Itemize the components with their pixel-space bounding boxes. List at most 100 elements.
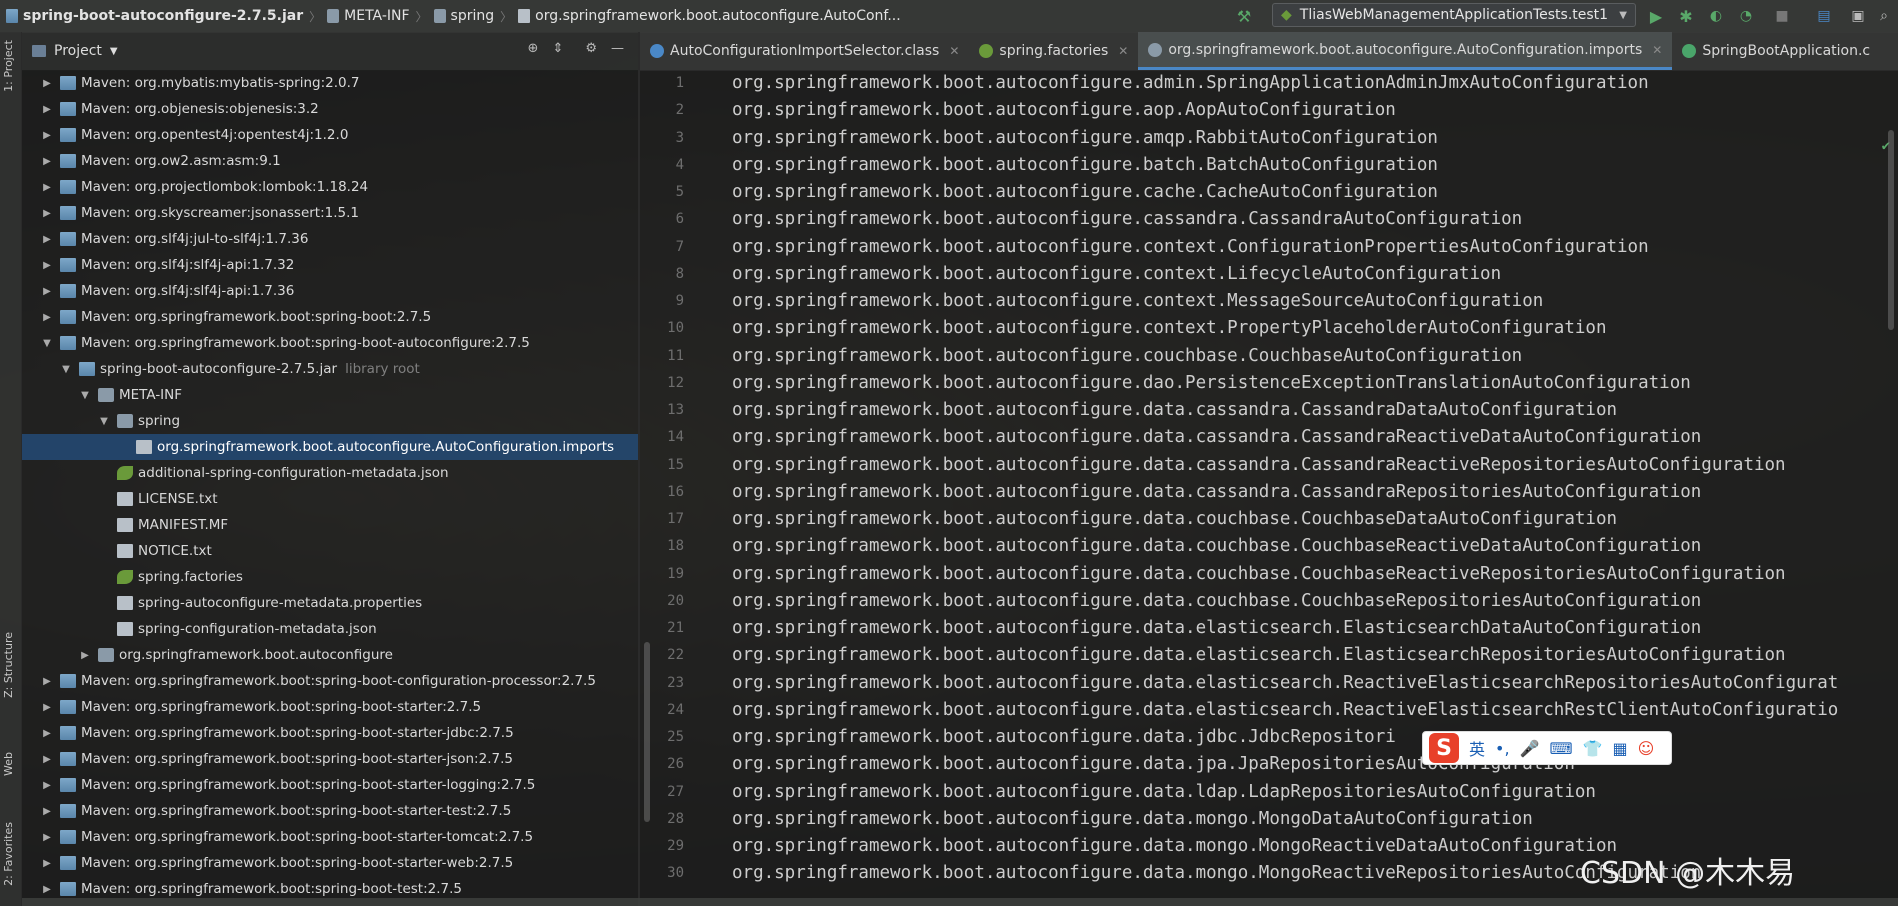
expand-right-icon[interactable]: ▶ [40,182,54,193]
project-structure-icon[interactable]: ▤ [1814,6,1834,26]
expand-right-icon[interactable]: ▶ [40,130,54,141]
code-line[interactable]: org.springframework.boot.autoconfigure.d… [732,615,1882,642]
keyboard-icon[interactable]: ⌨ [1549,739,1572,758]
tree-item[interactable]: ▶ Maven: org.springframework.boot:spring-… [22,798,638,824]
tree-item[interactable]: ▶ Maven: org.springframework.boot:spring-… [22,668,638,694]
code-line[interactable]: org.springframework.boot.autoconfigure.a… [732,97,1882,124]
ime-punctuation-toggle[interactable]: •, [1495,739,1510,758]
expand-right-icon[interactable]: ▶ [40,676,54,687]
expand-right-icon[interactable]: ▶ [40,260,54,271]
tree-item[interactable]: ▶ Maven: org.slf4j:slf4j-api:1.7.36 [22,278,638,304]
tree-item[interactable]: ▶ Maven: org.springframework.boot:spring-… [22,772,638,798]
coverage-icon[interactable]: ◐ [1706,6,1726,26]
tree-item[interactable]: additional-spring-configuration-metadata… [22,460,638,486]
tree-item[interactable]: ▶ Maven: org.springframework.boot:spring-… [22,694,638,720]
code-line[interactable]: org.springframework.boot.autoconfigure.d… [732,642,1882,669]
web-tool-button[interactable]: Web [2,752,15,776]
expand-right-icon[interactable]: ▶ [40,286,54,297]
editor-tab-active[interactable]: org.springframework.boot.autoconfigure.A… [1138,32,1673,70]
code-line[interactable]: org.springframework.boot.autoconfigure.d… [732,779,1882,806]
debug-icon[interactable]: ✱ [1676,6,1696,26]
gear-icon[interactable]: ⚙ [585,41,597,56]
expand-right-icon[interactable]: ▶ [40,234,54,245]
code-line[interactable]: org.springframework.boot.autoconfigure.d… [732,370,1882,397]
tree-item[interactable]: ▶ Maven: org.springframework.boot:spring-… [22,304,638,330]
tree-item[interactable]: ▶ Maven: org.slf4j:jul-to-slf4j:1.7.36 [22,226,638,252]
mascot-icon[interactable]: ☺ [1638,739,1655,758]
collapse-all-icon[interactable]: ⇕ [552,41,563,56]
code-line[interactable]: org.springframework.boot.autoconfigure.d… [732,397,1882,424]
expand-right-icon[interactable]: ▶ [40,806,54,817]
search-icon[interactable]: ⌕ [1874,6,1894,26]
tree-item[interactable]: ▶ Maven: org.slf4j:slf4j-api:1.7.32 [22,252,638,278]
tree-item-selected[interactable]: org.springframework.boot.autoconfigure.A… [22,434,638,460]
expand-right-icon[interactable]: ▶ [40,208,54,219]
run-icon[interactable]: ▶ [1646,6,1666,26]
code-line[interactable]: org.springframework.boot.autoconfigure.c… [732,234,1882,261]
code-line[interactable]: org.springframework.boot.autoconfigure.d… [732,424,1882,451]
structure-tool-button[interactable]: Z: Structure [2,632,15,698]
tree-item[interactable]: ▼ spring-boot-autoconfigure-2.7.5.jar libr… [22,356,638,382]
favorites-tool-button[interactable]: 2: Favorites [2,822,15,886]
tree-item[interactable]: ▶ Maven: org.springframework.boot:spring-… [22,746,638,772]
expand-right-icon[interactable]: ▶ [40,780,54,791]
project-tool-button[interactable]: 1: Project [2,40,15,92]
tree-item[interactable]: LICENSE.txt [22,486,638,512]
tree-item[interactable]: ▶ Maven: org.springframework.boot:spring-… [22,824,638,850]
expand-right-icon[interactable]: ▶ [40,104,54,115]
code-line[interactable]: org.springframework.boot.autoconfigure.c… [732,206,1882,233]
tree-item[interactable]: ▶ Maven: org.skyscreamer:jsonassert:1.5.1 [22,200,638,226]
tree-item[interactable]: ▶ Maven: org.projectlombok:lombok:1.18.24 [22,174,638,200]
expand-right-icon[interactable]: ▶ [40,858,54,869]
editor-tab[interactable]: AutoConfigurationImportSelector.class ✕ [640,32,969,70]
expand-right-icon[interactable]: ▶ [40,884,54,895]
breadcrumb-jar[interactable]: spring-boot-autoconfigure-2.7.5.jar [6,8,303,24]
expand-right-icon[interactable]: ▶ [40,702,54,713]
code-line[interactable]: org.springframework.boot.autoconfigure.c… [732,343,1882,370]
code-line[interactable]: org.springframework.boot.autoconfigure.b… [732,152,1882,179]
code-line[interactable]: org.springframework.boot.autoconfigure.d… [732,724,1882,751]
tree-item[interactable]: ▶ Maven: org.springframework.boot:spring-… [22,720,638,746]
expand-down-icon[interactable]: ▼ [78,390,92,401]
chevron-down-icon[interactable]: ▼ [110,46,118,57]
tree-item[interactable]: ▶ org.springframework.boot.autoconfigure [22,642,638,668]
code-line[interactable]: org.springframework.boot.autoconfigure.d… [732,588,1882,615]
code-line[interactable]: org.springframework.boot.autoconfigure.d… [732,533,1882,560]
ime-language-toggle[interactable]: 英 [1469,736,1485,760]
code-line[interactable]: org.springframework.boot.autoconfigure.d… [732,751,1882,778]
code-line[interactable]: org.springframework.boot.autoconfigure.d… [732,697,1882,724]
code-line[interactable]: org.springframework.boot.autoconfigure.d… [732,561,1882,588]
breadcrumb-spring[interactable]: spring [433,8,494,24]
code-line[interactable]: org.springframework.boot.autoconfigure.c… [732,315,1882,342]
close-icon[interactable]: ✕ [949,44,959,58]
expand-right-icon[interactable]: ▶ [40,312,54,323]
tree-item[interactable]: ▼ Maven: org.springframework.boot:spring-… [22,330,638,356]
tree-item[interactable]: ▼ spring [22,408,638,434]
code-line[interactable]: org.springframework.boot.autoconfigure.d… [732,506,1882,533]
editor-tab[interactable]: SpringBootApplication.c [1672,32,1880,70]
tree-item[interactable]: ▼ META-INF [22,382,638,408]
microphone-icon[interactable]: 🎤 [1520,739,1540,758]
tree-item[interactable]: spring.factories [22,564,638,590]
tree-item[interactable]: spring-autoconfigure-metadata.properties [22,590,638,616]
tree-item[interactable]: spring-configuration-metadata.json [22,616,638,642]
code-line[interactable]: org.springframework.boot.autoconfigure.d… [732,670,1882,697]
expand-right-icon[interactable]: ▶ [40,78,54,89]
expand-right-icon[interactable]: ▶ [40,728,54,739]
skin-icon[interactable]: 👕 [1583,739,1603,758]
profile-icon[interactable]: ◔ [1736,6,1756,26]
tree-item[interactable]: ▶ Maven: org.springframework.boot:spring-… [22,850,638,876]
stop-icon[interactable]: ■ [1772,6,1792,26]
code-editor[interactable]: 1 2 3 4 5 6 7 8 9 10 11 12 13 14 15 16 17 18 19 20 21 22 23 24 2… [640,70,1898,906]
run-configuration-select[interactable]: ◆ TliasWebManagementApplicationTests.tes… [1272,3,1636,27]
expand-right-icon[interactable]: ▶ [78,650,92,661]
code-area[interactable]: org.springframework.boot.autoconfigure.a… [732,70,1882,888]
tree-item[interactable]: ▶ Maven: org.mybatis:mybatis-spring:2.0.7 [22,70,638,96]
code-line[interactable]: org.springframework.boot.autoconfigure.c… [732,261,1882,288]
tree-item[interactable]: NOTICE.txt [22,538,638,564]
expand-right-icon[interactable]: ▶ [40,156,54,167]
tree-item[interactable]: MANIFEST.MF [22,512,638,538]
settings-icon[interactable]: ▣ [1848,6,1868,26]
tree-item[interactable]: ▶ Maven: org.objenesis:objenesis:3.2 [22,96,638,122]
breadcrumb-meta-inf[interactable]: META-INF [327,8,410,24]
